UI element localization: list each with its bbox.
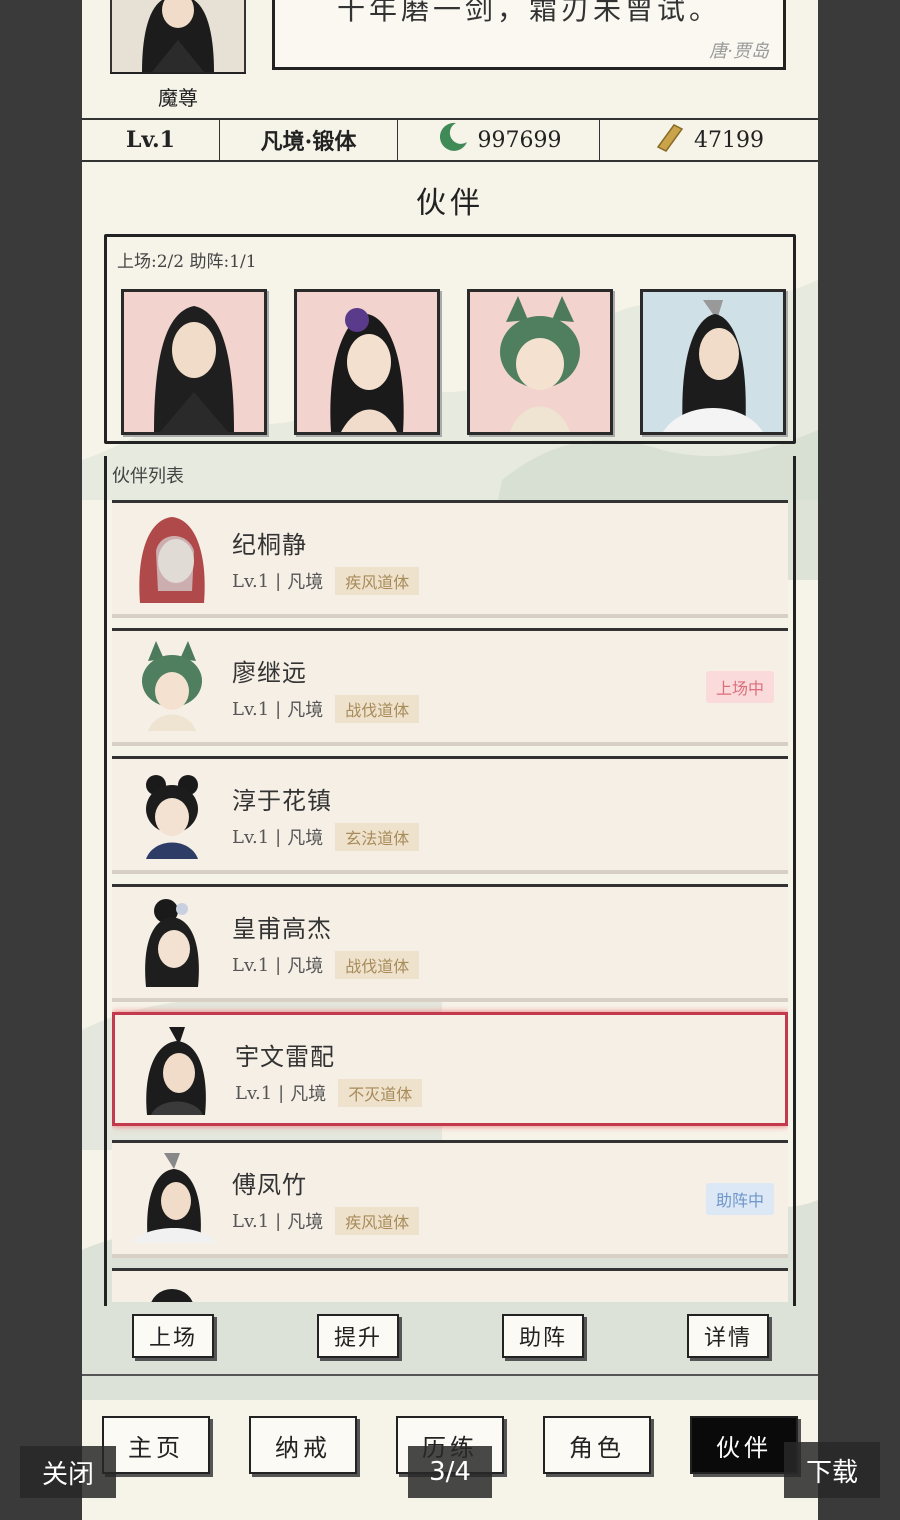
jade-amount: 997699 xyxy=(477,127,562,153)
partner-row[interactable]: 皇甫高杰 Lv.1 | 凡境 战伐道体 xyxy=(112,884,788,998)
partner-realm: 凡境 xyxy=(287,956,324,977)
partner-meta: Lv.1 | 凡境 疾风道体 xyxy=(232,1207,420,1235)
partner-avatar xyxy=(126,767,218,859)
poem-line: 十年磨一剑，霜刃未曾试。 xyxy=(336,0,721,26)
partner-avatar xyxy=(126,1279,218,1302)
partner-body-tag: 战伐道体 xyxy=(335,695,420,723)
team-panel: 上场:2/2 助阵:1/1 xyxy=(104,234,796,444)
partner-avatar xyxy=(126,639,218,731)
partner-meta: Lv.1 | 凡境 战伐道体 xyxy=(232,695,420,723)
partner-level: Lv.1 xyxy=(232,570,270,592)
upgrade-button[interactable]: 提升 xyxy=(317,1314,399,1358)
partner-meta: Lv.1 | 凡境 玄法道体 xyxy=(232,823,420,851)
partner-row-selected[interactable]: 宇文雷配 Lv.1 | 凡境 不灭道体 xyxy=(112,1012,788,1126)
partner-portrait xyxy=(500,296,580,432)
meta-separator: | xyxy=(278,1082,285,1104)
partner-list-label: 伙伴列表 xyxy=(112,466,184,487)
download-button[interactable]: 下载 xyxy=(784,1442,880,1498)
meta-separator: | xyxy=(275,570,282,592)
jade-currency: 997699 xyxy=(398,120,600,160)
partner-avatar xyxy=(126,895,218,987)
nav-character[interactable]: 角色 xyxy=(543,1416,651,1474)
jade-moon-icon xyxy=(436,120,470,160)
meta-separator: | xyxy=(275,954,282,976)
page-title: 伙伴 xyxy=(416,186,484,221)
meta-separator: | xyxy=(275,1210,282,1232)
divider xyxy=(82,1374,818,1376)
partner-body-tag: 疾风道体 xyxy=(335,1207,420,1235)
stats-bar: Lv.1 凡境·锻体 997699 47199 xyxy=(82,118,818,162)
partner-level: Lv.1 xyxy=(232,954,270,976)
partner-portrait xyxy=(154,306,234,432)
partner-name: 皇甫高杰 xyxy=(232,915,332,943)
page-indicator: 3/4 xyxy=(408,1446,492,1498)
partner-realm: 凡境 xyxy=(287,828,324,849)
partner-name: 淳于花镇 xyxy=(232,787,332,815)
partner-realm: 凡境 xyxy=(287,572,324,593)
nav-partner[interactable]: 伙伴 xyxy=(690,1416,798,1474)
gold-bar-icon xyxy=(654,121,686,159)
partner-avatar xyxy=(129,1023,221,1115)
partner-realm: 凡境 xyxy=(287,1212,324,1233)
partner-portrait xyxy=(330,308,404,432)
partner-body-tag: 疾风道体 xyxy=(335,567,420,595)
partner-row[interactable]: 廖继远 Lv.1 | 凡境 战伐道体 上场中 xyxy=(112,628,788,742)
partner-row-partial[interactable] xyxy=(112,1268,788,1302)
meta-separator: | xyxy=(275,698,282,720)
partner-name: 宇文雷配 xyxy=(235,1043,335,1071)
partner-meta: Lv.1 | 凡境 疾风道体 xyxy=(232,567,420,595)
partner-row[interactable]: 淳于花镇 Lv.1 | 凡境 玄法道体 xyxy=(112,756,788,870)
partner-level: Lv.1 xyxy=(232,698,270,720)
team-slot-3[interactable] xyxy=(467,289,613,435)
partner-realm: 凡境 xyxy=(290,1084,327,1105)
assist-button[interactable]: 助阵 xyxy=(502,1314,584,1358)
partner-realm: 凡境 xyxy=(287,700,324,721)
gold-currency: 47199 xyxy=(600,120,818,160)
partner-meta: Lv.1 | 凡境 战伐道体 xyxy=(232,951,420,979)
partner-avatar xyxy=(126,511,218,603)
partner-portrait xyxy=(663,300,763,432)
level-display: Lv.1 xyxy=(82,120,220,160)
nav-ring[interactable]: 纳戒 xyxy=(249,1416,357,1474)
deploy-button[interactable]: 上场 xyxy=(132,1314,214,1358)
partner-name: 廖继远 xyxy=(232,659,307,687)
nav-home[interactable]: 主页 xyxy=(102,1416,210,1474)
assist-badge: 助阵中 xyxy=(705,1183,774,1215)
partner-meta: Lv.1 | 凡境 不灭道体 xyxy=(235,1079,423,1107)
partner-level: Lv.1 xyxy=(235,1082,273,1104)
team-slot-2[interactable] xyxy=(294,289,440,435)
deployed-badge: 上场中 xyxy=(705,671,774,703)
partner-body-tag: 玄法道体 xyxy=(335,823,420,851)
partner-body-tag: 战伐道体 xyxy=(335,951,420,979)
partner-name: 纪桐静 xyxy=(232,531,307,559)
partner-row[interactable]: 傅凤竹 Lv.1 | 凡境 疾风道体 助阵中 xyxy=(112,1140,788,1254)
team-count: 上场:2/2 助阵:1/1 xyxy=(117,252,257,272)
partner-name: 傅凤竹 xyxy=(232,1171,307,1199)
team-slot-4[interactable] xyxy=(640,289,786,435)
details-button[interactable]: 详情 xyxy=(687,1314,769,1358)
team-slot-1[interactable] xyxy=(121,289,267,435)
partner-level: Lv.1 xyxy=(232,1210,270,1232)
partner-avatar xyxy=(126,1151,218,1243)
partner-list[interactable]: 纪桐静 Lv.1 | 凡境 疾风道体 廖继远 Lv.1 | 凡境 战伐道体 上场中 淳于… xyxy=(112,500,788,1302)
game-screen: 魔尊 十年磨一剑，霜刃未曾试。 唐·贾岛 Lv.1 凡境·锻体 997699 4… xyxy=(82,0,818,1520)
gold-amount: 47199 xyxy=(694,127,764,153)
partner-body-tag: 不灭道体 xyxy=(338,1079,423,1107)
partner-row[interactable]: 纪桐静 Lv.1 | 凡境 疾风道体 xyxy=(112,500,788,614)
poem-author: 唐·贾岛 xyxy=(709,41,769,62)
player-portrait-image xyxy=(112,0,244,72)
poem-box: 十年磨一剑，霜刃未曾试。 唐·贾岛 xyxy=(272,0,786,70)
player-name: 魔尊 xyxy=(158,86,198,110)
player-avatar[interactable] xyxy=(110,0,246,74)
realm-display: 凡境·锻体 xyxy=(220,120,398,160)
close-button[interactable]: 关闭 xyxy=(20,1446,116,1498)
partner-level: Lv.1 xyxy=(232,826,270,848)
meta-separator: | xyxy=(275,826,282,848)
